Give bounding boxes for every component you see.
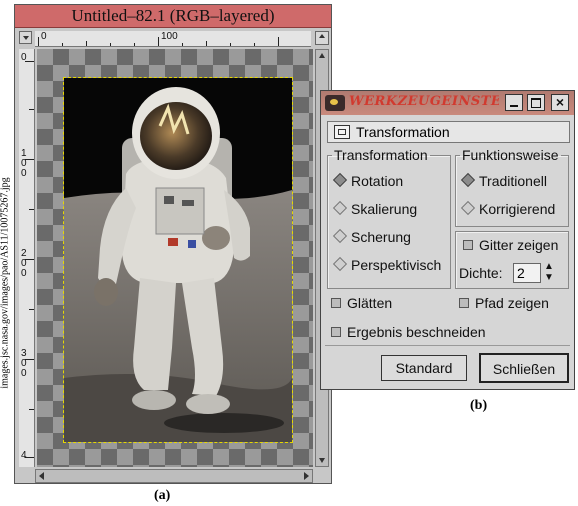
image-canvas[interactable] xyxy=(37,49,313,467)
transformation-legend: Transformation xyxy=(334,147,428,163)
checkbox-indicator xyxy=(331,298,341,309)
image-menu-button[interactable] xyxy=(19,31,32,44)
gimp-logo-icon xyxy=(325,95,345,111)
checkbox-ergebnis-beschneiden[interactable]: Ergebnis beschneiden xyxy=(331,324,486,340)
maximize-button[interactable] xyxy=(527,94,545,111)
radio-indicator xyxy=(460,201,476,216)
caption-a: (a) xyxy=(154,488,171,503)
funktionsweise-legend: Funktionsweise xyxy=(462,147,559,163)
radio-perspektivisch[interactable]: Perspektivisch xyxy=(332,257,441,273)
radio-indicator xyxy=(332,229,348,244)
checkbox-glaetten[interactable]: Glätten xyxy=(331,295,392,311)
horizontal-scrollbar[interactable] xyxy=(35,469,313,483)
divider xyxy=(325,345,570,346)
density-input[interactable]: 2 xyxy=(513,263,541,283)
tool-header-label: Transformation xyxy=(356,124,450,140)
navigate-button[interactable] xyxy=(315,31,329,45)
checkbox-gitter-zeigen[interactable]: Gitter zeigen xyxy=(463,237,558,253)
vertical-ruler: 0 1 0 0 2 0 0 3 0 0 4 xyxy=(19,49,35,467)
astronaut-image xyxy=(64,78,292,442)
standard-button[interactable]: Standard xyxy=(381,355,467,381)
checkbox-pfad-zeigen[interactable]: Pfad zeigen xyxy=(459,295,549,311)
hruler-label-100: 100 xyxy=(161,31,178,42)
vruler-label-100: 1 0 0 xyxy=(21,148,27,179)
tool-header: Transformation xyxy=(327,121,570,143)
vruler-label-300: 3 0 0 xyxy=(21,348,27,379)
radio-indicator xyxy=(332,201,348,216)
tool-options-dialog: WERKZEUGEINSTELLU... × Transformation Tr… xyxy=(320,90,575,390)
image-window: Untitled–82.1 (RGB–layered) 0 100 0 1 0 … xyxy=(14,4,332,484)
vruler-label-200: 2 0 0 xyxy=(21,248,27,279)
transform-tool-icon xyxy=(334,125,350,139)
checkbox-indicator xyxy=(331,327,341,338)
horizontal-ruler: 0 100 xyxy=(35,31,311,47)
radio-indicator-selected xyxy=(332,173,348,188)
radio-indicator-selected xyxy=(460,173,476,188)
radio-scherung[interactable]: Scherung xyxy=(332,229,411,245)
vruler-label-400: 4 xyxy=(21,450,27,461)
density-label: Dichte: xyxy=(459,265,503,281)
schliessen-button[interactable]: Schließen xyxy=(479,353,569,383)
close-icon: × xyxy=(555,94,565,110)
checkbox-indicator xyxy=(463,240,473,251)
radio-rotation[interactable]: Rotation xyxy=(332,173,403,189)
dialog-title: WERKZEUGEINSTELLU... xyxy=(349,94,499,109)
density-stepper-icon[interactable]: ▲ ▼ xyxy=(543,261,555,285)
radio-korrigierend[interactable]: Korrigierend xyxy=(460,201,555,217)
checkbox-indicator xyxy=(459,298,469,309)
vruler-label-0: 0 xyxy=(21,52,27,63)
dialog-titlebar[interactable]: WERKZEUGEINSTELLU... × xyxy=(321,91,574,115)
image-window-title: Untitled–82.1 (RGB–layered) xyxy=(15,5,331,28)
image-url-text: images.jsc.nasa.gov/images/pao/AS11/1007… xyxy=(0,177,11,389)
radio-traditionell[interactable]: Traditionell xyxy=(460,173,547,189)
minimize-button[interactable] xyxy=(505,94,523,111)
astronaut-photo xyxy=(63,77,293,443)
radio-indicator xyxy=(332,257,348,272)
close-window-button[interactable]: × xyxy=(551,94,569,111)
radio-skalierung[interactable]: Skalierung xyxy=(332,201,417,217)
caption-b: (b) xyxy=(470,398,488,413)
hruler-label-0: 0 xyxy=(41,31,47,42)
